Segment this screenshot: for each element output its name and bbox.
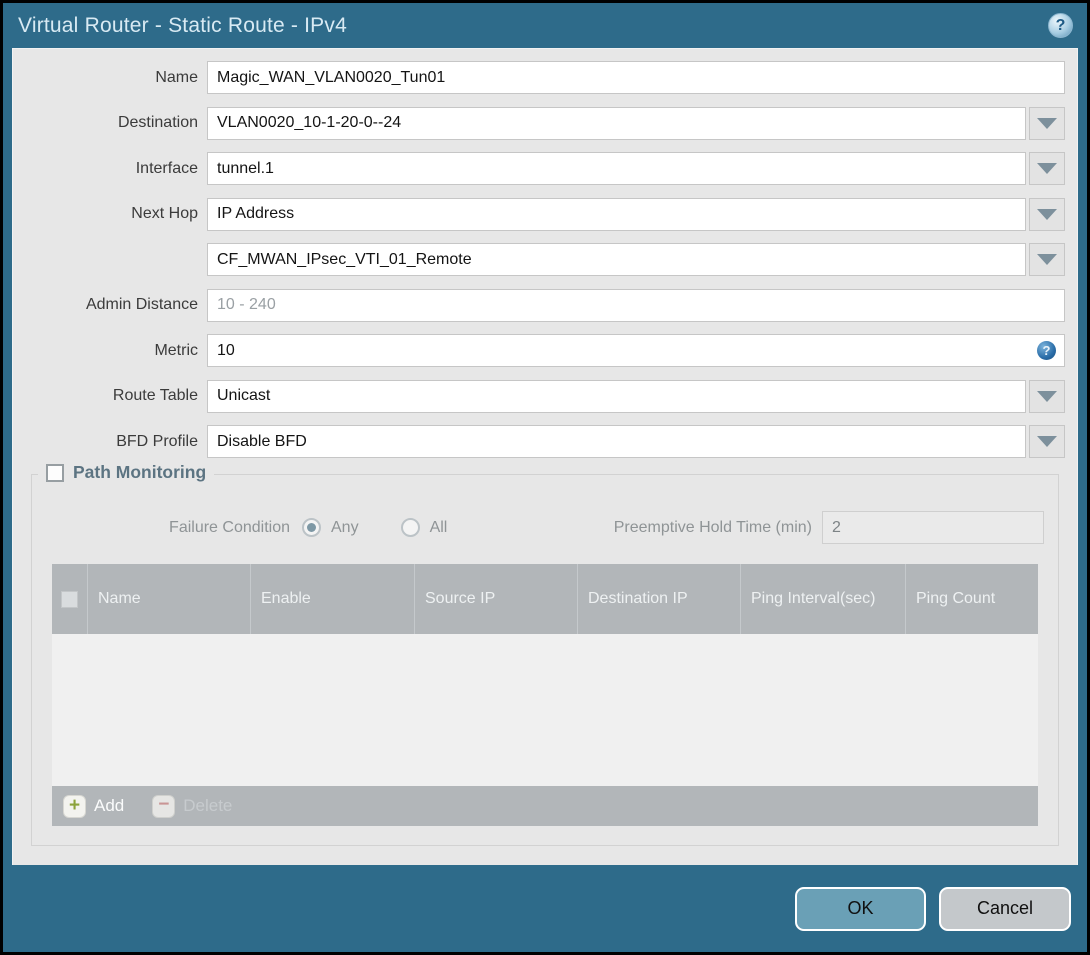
bfd-profile-input[interactable] [207,425,1026,458]
help-icon[interactable]: ? [1048,13,1073,38]
form-row-interface: Interface [13,152,1077,185]
column-header-ping-interval: Ping Interval(sec) [740,564,905,634]
failure-condition-all-label: All [429,518,448,536]
path-monitoring-legend: Path Monitoring [38,462,215,483]
chevron-down-icon [1037,163,1057,174]
static-route-dialog: Virtual Router - Static Route - IPv4 ? N… [3,3,1087,952]
form-panel: Name Destination Interface [12,48,1078,865]
table-header-select [52,564,87,634]
interface-label: Interface [135,159,198,177]
dialog-title-bar: Virtual Router - Static Route - IPv4 ? [3,3,1087,48]
table-body-empty [52,634,1038,786]
name-input[interactable] [207,61,1065,94]
next-hop-address-input[interactable] [207,243,1026,276]
form-row-bfd-profile: BFD Profile [13,425,1077,458]
admin-distance-input[interactable] [207,288,1065,322]
column-header-enable: Enable [250,564,414,634]
path-monitoring-section: Path Monitoring Failure Condition Any Al… [31,462,1059,846]
select-all-checkbox[interactable] [61,590,78,608]
preemptive-hold-time-label: Preemptive Hold Time (min) [613,518,812,536]
failure-condition-any-label: Any [331,518,359,536]
metric-info-icon: ? [1037,341,1056,360]
chevron-down-icon [1037,436,1057,447]
next-hop-label: Next Hop [131,205,198,222]
bfd-profile-dropdown-button[interactable] [1029,425,1065,458]
add-button[interactable]: + Add [63,794,125,818]
chevron-down-icon [1037,254,1057,265]
chevron-down-icon [1037,208,1057,220]
route-table-dropdown-button[interactable] [1029,379,1065,413]
destination-dropdown-button[interactable] [1029,106,1065,140]
destination-input[interactable] [207,106,1026,140]
metric-input[interactable] [207,334,1065,367]
form-row-next-hop: Next Hop [13,197,1077,231]
destination-label: Destination [117,114,198,131]
route-table-input[interactable] [207,379,1026,413]
screenshot-frame: Virtual Router - Static Route - IPv4 ? N… [0,0,1090,955]
ok-button[interactable]: OK [795,886,926,931]
form-row-route-table: Route Table [13,379,1077,413]
chevron-down-icon [1037,390,1057,402]
form-row-admin-distance: Admin Distance [13,288,1077,322]
path-monitoring-title: Path Monitoring [73,462,207,482]
table-toolbar: + Add − Delete [52,786,1038,826]
add-button-label: Add [94,796,125,815]
cancel-button[interactable]: Cancel [939,886,1071,931]
form-row-destination: Destination [13,106,1077,140]
name-label: Name [155,68,198,86]
column-header-name: Name [87,564,250,634]
route-table-label: Route Table [112,387,198,404]
plus-icon: + [63,794,86,818]
next-hop-type-input[interactable] [207,197,1026,231]
form-row-metric: Metric ? [13,334,1077,367]
admin-distance-label: Admin Distance [85,296,198,313]
bfd-profile-label: BFD Profile [116,432,198,450]
path-monitoring-table: Name Enable Source IP Destination IP Pin… [52,564,1038,826]
form-row-next-hop-address [13,243,1077,276]
dialog-footer: OK Cancel [3,865,1087,952]
failure-condition-label: Failure Condition [169,518,290,536]
form-row-name: Name [13,61,1077,94]
minus-icon: − [152,794,176,818]
failure-condition-any-radio[interactable] [302,518,321,537]
column-header-ping-count: Ping Count [905,564,1038,634]
interface-input[interactable] [207,152,1026,185]
chevron-down-icon [1037,117,1057,129]
preemptive-hold-time-input[interactable] [822,511,1044,544]
failure-condition-row: Failure Condition Any All Preemptive Hol… [32,511,1058,544]
next-hop-address-dropdown-button[interactable] [1029,243,1065,276]
column-header-destination-ip: Destination IP [577,564,740,634]
metric-label: Metric [154,341,198,359]
table-header-row: Name Enable Source IP Destination IP Pin… [52,564,1038,634]
column-header-source-ip: Source IP [414,564,577,634]
dialog-title: Virtual Router - Static Route - IPv4 [18,13,347,37]
delete-button-label: Delete [183,796,233,815]
failure-condition-all-radio[interactable] [400,518,420,537]
interface-dropdown-button[interactable] [1029,152,1065,185]
path-monitoring-checkbox[interactable] [46,463,64,482]
next-hop-type-dropdown-button[interactable] [1029,197,1065,231]
delete-button[interactable]: − Delete [152,794,233,818]
